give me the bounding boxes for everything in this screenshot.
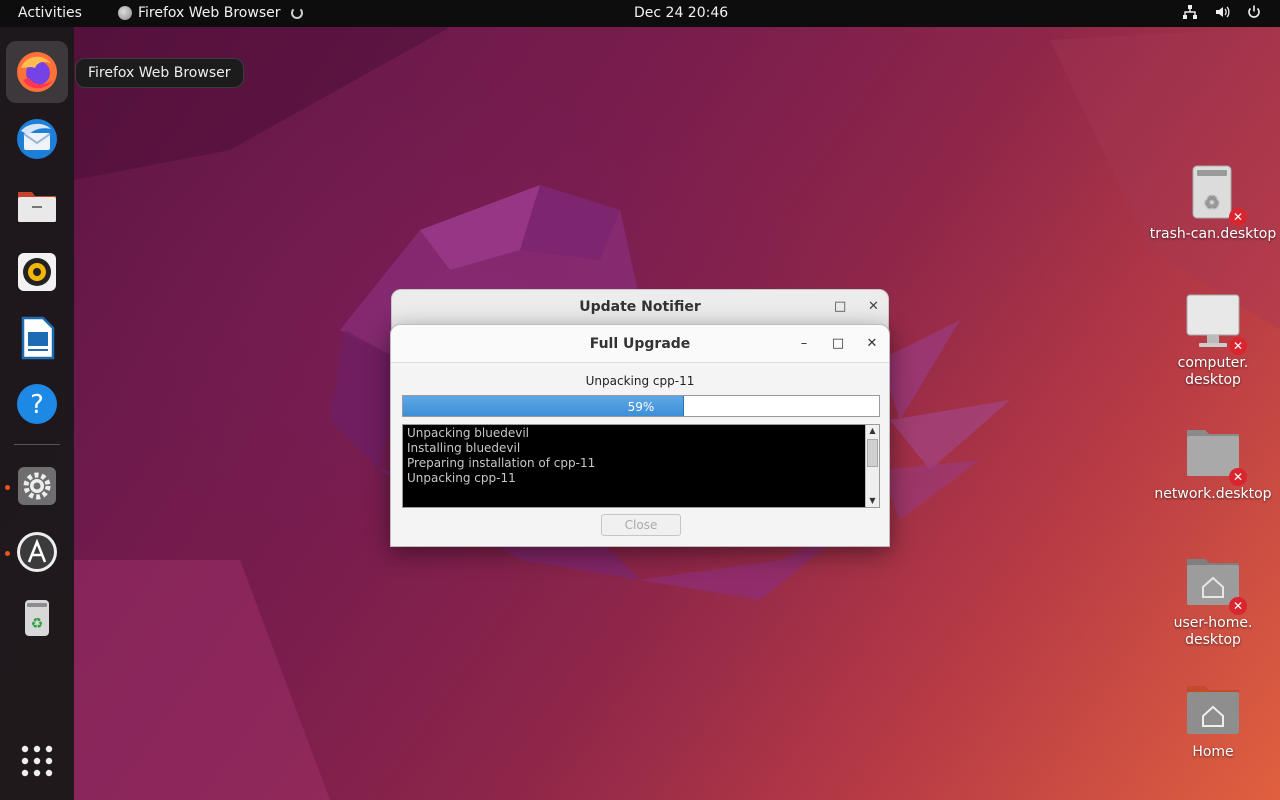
dock-item-files[interactable] bbox=[6, 175, 68, 237]
desktop-icon-label: network.desktop bbox=[1154, 486, 1272, 502]
dialog-titlebar[interactable]: Full Upgrade – □ ✕ bbox=[391, 325, 889, 363]
desktop-icon-computer[interactable]: ✕ computer. desktop bbox=[1148, 293, 1278, 389]
dock-item-firefox[interactable] bbox=[6, 41, 68, 103]
thunderbird-icon bbox=[17, 119, 57, 159]
software-updater-icon bbox=[17, 532, 57, 572]
close-button[interactable]: Close bbox=[601, 514, 681, 536]
firefox-icon bbox=[118, 6, 132, 20]
top-bar: Activities Firefox Web Browser Dec 24 20… bbox=[0, 0, 1280, 27]
power-icon[interactable] bbox=[1246, 4, 1262, 20]
dock-separator bbox=[14, 444, 60, 445]
app-menu[interactable]: Firefox Web Browser bbox=[118, 5, 303, 21]
gear-icon bbox=[18, 467, 56, 505]
firefox-icon bbox=[17, 52, 57, 92]
desktop-icon-trash-can[interactable]: ♻ ✕ trash-can.desktop bbox=[1148, 164, 1278, 243]
svg-text:?: ? bbox=[30, 390, 44, 420]
log-line: Unpacking cpp-11 bbox=[407, 471, 516, 485]
clock[interactable]: Dec 24 20:46 bbox=[634, 5, 728, 21]
close-window-button[interactable]: ✕ bbox=[862, 334, 882, 354]
maximize-button[interactable]: □ bbox=[828, 334, 848, 354]
network-icon[interactable] bbox=[1182, 4, 1198, 20]
desktop-icon-label: Home bbox=[1192, 744, 1234, 760]
desktop-icon-label: computer. desktop bbox=[1177, 355, 1249, 388]
close-icon[interactable]: ✕ bbox=[868, 299, 879, 314]
desktop-icon-label: trash-can.desktop bbox=[1149, 226, 1277, 242]
dock-item-rhythmbox[interactable] bbox=[6, 241, 68, 303]
desktop-icon-home[interactable]: Home bbox=[1148, 682, 1278, 761]
svg-text:♻: ♻ bbox=[1204, 192, 1220, 213]
progress-bar: 59% bbox=[402, 395, 880, 417]
minimize-button[interactable]: – bbox=[794, 334, 814, 354]
update-notifier-window[interactable]: Update Notifier □ ✕ bbox=[391, 289, 889, 329]
dock-item-thunderbird[interactable] bbox=[6, 108, 68, 170]
window-title: Update Notifier bbox=[579, 299, 701, 315]
maximize-icon[interactable]: □ bbox=[834, 299, 846, 314]
progress-percent: 59% bbox=[627, 400, 655, 414]
desktop-icon-user-home[interactable]: ✕ user-home. desktop bbox=[1148, 553, 1278, 649]
app-grid-icon bbox=[21, 745, 53, 777]
full-upgrade-dialog: Full Upgrade – □ ✕ Unpacking cpp-11 59% … bbox=[390, 324, 890, 547]
activities-button[interactable]: Activities bbox=[18, 5, 82, 21]
dialog-title: Full Upgrade bbox=[589, 336, 691, 352]
dock-item-software-updater[interactable] bbox=[6, 521, 68, 583]
log-line: Preparing installation of cpp-11 bbox=[407, 456, 596, 470]
scroll-down-arrow-icon[interactable]: ▼ bbox=[866, 495, 879, 507]
dock-item-settings[interactable] bbox=[6, 455, 68, 517]
rhythmbox-icon bbox=[18, 253, 56, 291]
help-icon: ? bbox=[17, 384, 57, 424]
desktop-icon-label: user-home. desktop bbox=[1173, 615, 1253, 648]
broken-link-badge-icon: ✕ bbox=[1229, 468, 1247, 486]
svg-text:♻: ♻ bbox=[31, 616, 44, 632]
dock-tooltip: Firefox Web Browser bbox=[75, 58, 244, 88]
log-lines: Unpacking bluedevil Installing bluedevil P… bbox=[407, 426, 595, 486]
writer-icon bbox=[21, 316, 55, 360]
log-scrollbar[interactable]: ▲ ▼ bbox=[865, 425, 879, 507]
scrollbar-thumb[interactable] bbox=[867, 439, 878, 467]
dock-item-writer[interactable] bbox=[6, 307, 68, 369]
trash-icon: ♻ bbox=[25, 600, 49, 636]
dock: ? ♻ bbox=[0, 27, 74, 800]
log-line: Installing bluedevil bbox=[407, 441, 521, 455]
volume-icon[interactable] bbox=[1214, 4, 1230, 20]
log-line: Unpacking bluedevil bbox=[407, 426, 529, 440]
dock-item-help[interactable]: ? bbox=[6, 373, 68, 435]
broken-link-badge-icon: ✕ bbox=[1229, 208, 1247, 226]
broken-link-badge-icon: ✕ bbox=[1229, 597, 1247, 615]
desktop-icon-network[interactable]: ✕ network.desktop bbox=[1148, 424, 1278, 503]
app-menu-label: Firefox Web Browser bbox=[138, 5, 281, 21]
files-icon bbox=[18, 192, 56, 222]
system-menu[interactable] bbox=[1182, 4, 1262, 20]
home-folder-icon bbox=[1187, 686, 1239, 734]
loading-spinner-icon bbox=[290, 7, 303, 19]
dock-item-trash[interactable]: ♻ bbox=[6, 587, 68, 649]
broken-link-badge-icon: ✕ bbox=[1229, 337, 1247, 355]
show-applications-button[interactable] bbox=[6, 730, 68, 792]
scroll-up-arrow-icon[interactable]: ▲ bbox=[866, 425, 879, 437]
log-output[interactable]: Unpacking bluedevil Installing bluedevil P… bbox=[402, 424, 880, 508]
status-text: Unpacking cpp-11 bbox=[585, 374, 695, 388]
